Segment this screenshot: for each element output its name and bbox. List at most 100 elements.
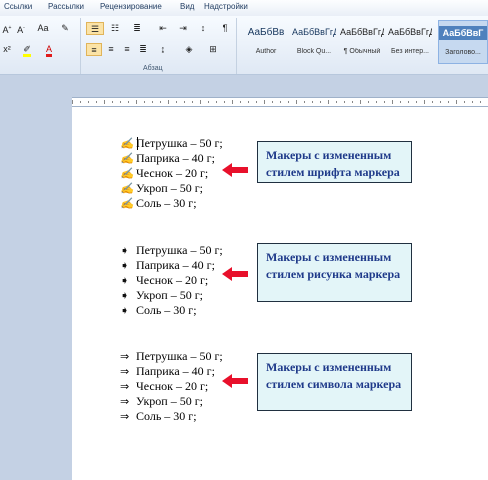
bullet-double-arrow-icon: ⇒ — [120, 411, 130, 423]
bullet-arrow-icon: ➧ — [120, 260, 130, 272]
list-item-text: Соль – 30 г; — [136, 303, 197, 317]
list-item: ✍ Петрушка – 50 г; — [120, 136, 223, 151]
style-no-spacing[interactable]: АаБбВвГгД Без интер... — [388, 20, 432, 64]
ruler-tick — [384, 101, 385, 103]
list-item: ➧ Петрушка – 50 г; — [120, 243, 223, 258]
style-block-quote[interactable]: АаБбВвГгД Block Qu... — [292, 20, 336, 64]
list-item: ✍ Соль – 30 г; — [120, 196, 223, 211]
ruler-tick — [416, 101, 417, 103]
tab-view[interactable]: Вид — [180, 2, 194, 11]
shrink-font-icon[interactable]: A- — [14, 22, 28, 35]
list-item: ✍ Паприка – 40 г; — [120, 151, 223, 166]
font-color-icon[interactable]: A — [42, 43, 56, 57]
grow-font-icon[interactable]: A+ — [0, 22, 14, 35]
list-item: ➧ Укроп – 50 г; — [120, 288, 223, 303]
list-item-text: Петрушка – 50 г; — [136, 243, 223, 257]
bullet-pen-icon: ✍ — [120, 183, 134, 195]
align-left-icon[interactable]: ≡ — [86, 43, 102, 56]
text-highlight-icon[interactable]: ✐ — [20, 43, 34, 57]
increase-indent-icon[interactable]: ⇥ — [176, 22, 190, 35]
bullet-double-arrow-icon: ⇒ — [120, 396, 130, 408]
style-heading[interactable]: АаБбВвГ Заголово... — [438, 20, 488, 64]
ruler-tick — [120, 101, 121, 103]
bullet-arrow-icon: ➧ — [120, 245, 130, 257]
tab-references[interactable]: Ссылки — [4, 2, 32, 11]
ruler-tick — [336, 101, 337, 103]
clear-formatting-icon[interactable]: ✎ — [58, 22, 72, 35]
ruler-tick — [480, 101, 481, 103]
ruler-tick — [424, 100, 425, 104]
style-name: ¶ Обычный — [343, 48, 381, 55]
ruler-tick — [256, 101, 257, 103]
ruler-tick — [104, 100, 105, 104]
tab-mailings[interactable]: Рассылки — [48, 2, 84, 11]
ruler-tick — [360, 100, 361, 104]
list-item: ⇒ Паприка – 40 г; — [120, 364, 223, 379]
justify-icon[interactable]: ≣ — [136, 43, 150, 56]
bullet-arrow-icon: ➧ — [120, 305, 130, 317]
bullet-pen-icon: ✍ — [120, 138, 134, 150]
ruler-tick — [352, 101, 353, 103]
align-right-icon[interactable]: ≡ — [120, 43, 134, 56]
ruler-tick — [440, 101, 441, 103]
align-center-icon[interactable]: ≡ — [104, 43, 118, 56]
ruler-tick — [368, 101, 369, 103]
horizontal-ruler[interactable] — [72, 97, 488, 107]
ruler-tick — [432, 101, 433, 103]
numbering-icon[interactable]: ☷ — [108, 22, 122, 35]
tab-addins[interactable]: Надстройки — [204, 2, 248, 11]
ruler-tick — [160, 101, 161, 103]
style-author[interactable]: АаБбВв Author — [244, 20, 288, 64]
bullet-list-symbol: ⇒ Петрушка – 50 г; ⇒ Паприка – 40 г; ⇒ Чесн… — [120, 349, 223, 424]
list-item-text: Чеснок – 20 г; — [136, 379, 209, 393]
ruler-tick — [208, 101, 209, 103]
list-item: ⇒ Соль – 30 г; — [120, 409, 223, 424]
list-item-text: Чеснок – 20 г; — [136, 166, 209, 180]
ruler-tick — [344, 101, 345, 103]
ruler-tick — [152, 101, 153, 103]
style-normal[interactable]: АаБбВвГгД ¶ Обычный — [340, 20, 384, 64]
style-sample: АаБбВвГгД — [292, 27, 336, 37]
ruler-tick — [184, 101, 185, 103]
bullet-list-picture: ➧ Петрушка – 50 г; ➧ Паприка – 40 г; ➧ Чесн… — [120, 243, 223, 318]
font-size-icon[interactable]: x² — [0, 43, 14, 56]
bullets-button[interactable]: ☰ — [86, 22, 104, 35]
list-item: ✍ Чеснок – 20 г; — [120, 166, 223, 181]
list-item: ➧ Чеснок – 20 г; — [120, 273, 223, 288]
change-case-icon[interactable]: Aa — [36, 22, 50, 35]
ruler-tick — [144, 101, 145, 103]
ruler-tick — [376, 101, 377, 103]
ruler-tick — [136, 100, 137, 104]
ruler-tick — [232, 100, 233, 104]
ruler-tick — [456, 100, 457, 104]
ribbon: A+ A- Aa ✎ x² ✐ A ☰ ☷ ≣ ⇤ ⇥ ↕ ¶ ≡ ≡ ≡ ≣ … — [0, 16, 488, 75]
bullet-double-arrow-icon: ⇒ — [120, 381, 130, 393]
callout-symbol-bullets: Макеры с измененным стилем символа марке… — [257, 353, 412, 411]
bullet-double-arrow-icon: ⇒ — [120, 366, 130, 378]
ruler-tick — [448, 101, 449, 103]
borders-icon[interactable]: ⊞ — [206, 43, 220, 56]
ruler-tick — [392, 100, 393, 104]
ruler-tick — [224, 101, 225, 103]
tab-review[interactable]: Рецензирование — [100, 2, 162, 11]
list-item-text: Паприка – 40 г; — [136, 364, 215, 378]
ruler-tick — [96, 101, 97, 103]
decrease-indent-icon[interactable]: ⇤ — [156, 22, 170, 35]
list-item-text: Петрушка – 50 г; — [136, 136, 223, 150]
multilevel-list-icon[interactable]: ≣ — [130, 22, 144, 35]
list-item: ➧ Соль – 30 г; — [120, 303, 223, 318]
line-spacing-icon[interactable]: ↨ — [156, 43, 170, 56]
style-name: Заголово... — [445, 49, 481, 56]
ribbon-tabs: Ссылки Рассылки Рецензирование Вид Надст… — [0, 0, 488, 17]
list-item: ⇒ Чеснок – 20 г; — [120, 379, 223, 394]
red-arrow-icon — [222, 267, 248, 281]
show-marks-icon[interactable]: ¶ — [218, 22, 232, 35]
shading-icon[interactable]: ◈ — [182, 43, 196, 56]
paragraph-group-label: Абзац — [143, 65, 163, 72]
ruler-tick — [80, 101, 81, 103]
ruler-tick — [72, 100, 73, 104]
list-item-text: Укроп – 50 г; — [136, 181, 203, 195]
sort-icon[interactable]: ↕ — [196, 22, 210, 35]
bullet-pen-icon: ✍ — [120, 168, 134, 180]
ruler-tick — [280, 101, 281, 103]
